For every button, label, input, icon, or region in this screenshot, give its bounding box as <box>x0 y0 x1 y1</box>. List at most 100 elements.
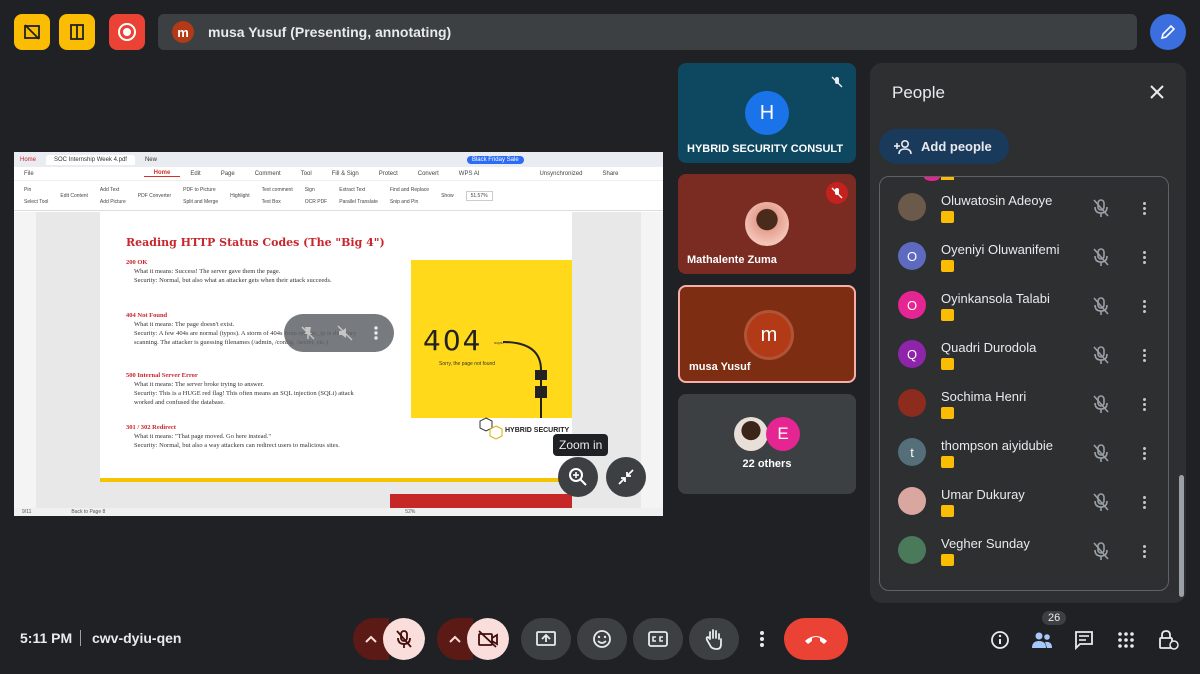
menu-protect: Protect <box>378 170 398 177</box>
hide-tiles-icon <box>24 24 40 40</box>
tile-hybrid-security[interactable]: H HYBRID SECURITY CONSULT <box>678 63 856 163</box>
menu-fill-sign: Fill & Sign <box>331 170 359 177</box>
participant-name: Oyinkansola Talabi <box>941 291 1050 306</box>
camera-control <box>437 618 509 660</box>
others-count: 22 others <box>742 458 792 470</box>
annotating-badge-icon <box>941 505 954 517</box>
camera-toggle-button[interactable] <box>467 618 509 660</box>
annotating-badge-icon <box>941 260 954 272</box>
collapse-icon <box>618 469 634 485</box>
annotating-badge-icon <box>941 211 954 223</box>
participant-more-button[interactable] <box>1136 442 1152 464</box>
hand-icon <box>705 629 722 650</box>
participant-more-button[interactable] <box>1136 393 1152 415</box>
participant-more-button[interactable] <box>1136 540 1152 562</box>
section-line: What it means: The server broke trying t… <box>134 381 265 388</box>
people-button[interactable] <box>1029 627 1055 653</box>
participant-more-button[interactable] <box>1136 344 1152 366</box>
section-code: 301 / 302 Redirect <box>126 424 176 431</box>
more-vert-icon <box>760 631 764 647</box>
participant-more-button[interactable] <box>1136 246 1152 268</box>
meeting-info-button[interactable] <box>987 627 1013 653</box>
status-bar: 9/11 Back to Page 8 52% <box>14 508 663 516</box>
presenter-avatar: m <box>172 21 194 43</box>
meeting-code: cwv-dyiu-qen <box>92 630 182 646</box>
participant-row[interactable]: Sochima Henri <box>880 381 1168 430</box>
ribbon-edit-content: Edit Content <box>60 192 88 199</box>
avatar <box>745 202 789 246</box>
menu-convert: Convert <box>417 170 439 177</box>
page-footer-bar <box>100 478 572 482</box>
menu-home: Home <box>143 170 181 177</box>
leave-call-button[interactable] <box>784 618 848 660</box>
ribbon-find: Find and Replace <box>389 186 430 193</box>
raise-hand-button[interactable] <box>689 618 739 660</box>
avatar: H <box>745 91 789 135</box>
avatar: t <box>898 438 926 466</box>
annotate-button[interactable] <box>1150 14 1186 50</box>
participant-row[interactable]: Umar Dukuray <box>880 479 1168 528</box>
avatar: O <box>898 291 926 319</box>
zoom-in-icon <box>569 468 587 486</box>
participant-row[interactable]: Oluwatosin Adeoye <box>880 185 1168 234</box>
present-button[interactable] <box>521 618 571 660</box>
ribbon-split-merge: Split and Merge <box>183 198 219 205</box>
layout-button[interactable] <box>59 14 95 50</box>
doc-title: Reading HTTP Status Codes (The "Big 4") <box>126 236 385 249</box>
participant-row[interactable]: O Oyeniyi Oluwanifemi <box>880 234 1168 283</box>
activities-button[interactable] <box>1113 627 1139 653</box>
menu-wps-ai: WPS AI <box>458 170 480 177</box>
zoom-in-button[interactable] <box>558 457 598 497</box>
participant-name: Vegher Sunday <box>941 536 1030 551</box>
clock: 5:11 PM <box>20 630 73 646</box>
recording-button[interactable] <box>109 14 145 50</box>
next-page-strip <box>390 494 572 508</box>
ribbon-extract: Extract Text <box>339 186 366 193</box>
unpin-icon[interactable] <box>299 324 317 342</box>
captions-button[interactable] <box>633 618 683 660</box>
more-options-button[interactable] <box>745 618 779 660</box>
record-icon <box>118 23 136 41</box>
participant-more-button[interactable] <box>1136 197 1152 219</box>
more-vert-icon[interactable] <box>373 324 379 342</box>
ribbon-add-text: Add Text <box>99 186 120 193</box>
presenter-banner: m musa Yusuf (Presenting, annotating) <box>158 14 1137 50</box>
menu-file: File <box>24 170 34 177</box>
mute-tab-icon[interactable] <box>336 324 354 342</box>
participant-row[interactable]: t thompson aiyidubie <box>880 430 1168 479</box>
hide-tiles-button[interactable] <box>14 14 50 50</box>
chat-button[interactable] <box>1071 627 1097 653</box>
ribbon-highlight: Highlight <box>230 192 250 199</box>
participant-more-button[interactable] <box>1136 491 1152 513</box>
reactions-button[interactable] <box>577 618 627 660</box>
add-people-label: Add people <box>921 139 992 154</box>
mic-off-icon <box>826 71 848 93</box>
participant-row[interactable]: O Oyinkansola Talabi <box>880 283 1168 332</box>
participant-row[interactable]: Q Quadri Durodola <box>880 332 1168 381</box>
mic-off-icon <box>1093 444 1109 462</box>
mic-toggle-button[interactable] <box>383 618 425 660</box>
host-controls-button[interactable] <box>1155 627 1181 653</box>
app-tab-home: Home <box>20 156 37 163</box>
fit-screen-button[interactable] <box>606 457 646 497</box>
avatar: O <box>898 242 926 270</box>
add-people-button[interactable]: Add people <box>879 129 1009 164</box>
ribbon-add-picture: Add Picture <box>99 198 126 205</box>
participant-more-button[interactable] <box>1136 295 1152 317</box>
mic-off-icon <box>826 182 848 204</box>
close-icon <box>1150 85 1164 99</box>
people-scrollbar[interactable] <box>1179 475 1184 597</box>
people-panel: People Add people Oluwatosin Adeoye O Oyen… <box>870 63 1186 603</box>
tile-name: Mathalente Zuma <box>687 254 777 266</box>
participant-row[interactable]: Vegher Sunday <box>880 528 1168 577</box>
tile-others[interactable]: E 22 others <box>678 394 856 494</box>
mic-off-icon <box>1093 346 1109 364</box>
ribbon-snip: Snip and Pin <box>389 198 419 205</box>
ribbon-text-box: Text Box <box>261 198 281 205</box>
mic-control <box>353 618 425 660</box>
avatar: m <box>747 313 791 357</box>
status-page: 9/11 <box>22 509 32 515</box>
tile-mathalente-zuma[interactable]: Mathalente Zuma <box>678 174 856 274</box>
close-panel-button[interactable] <box>1146 81 1168 103</box>
tile-musa-yusuf[interactable]: m musa Yusuf <box>678 285 856 383</box>
